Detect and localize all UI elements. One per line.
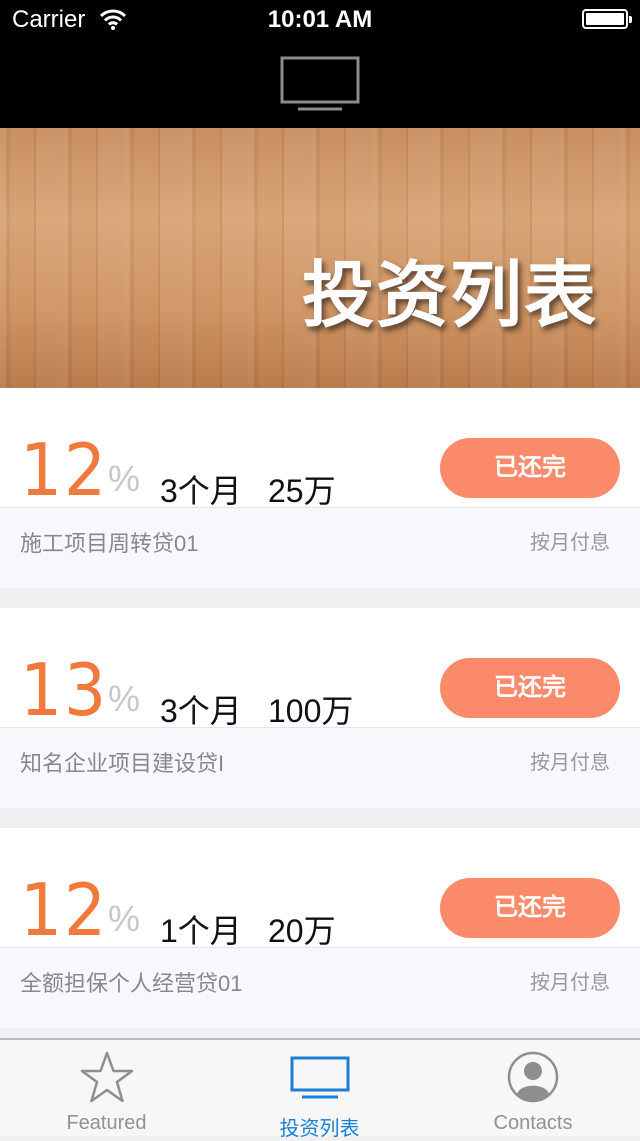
loan-term: 3个月	[160, 473, 242, 509]
item-summary: 12 % 1个月 20万 已还完	[0, 828, 640, 952]
loan-amount: 20万	[268, 913, 336, 949]
repayment-method: 按月付息	[530, 752, 610, 774]
item-details: 知名企业项目建设贷I 按月付息	[0, 727, 640, 808]
investment-item[interactable]: 12 % 1个月 20万 已还完 全额担保个人经营贷01 按月付息	[0, 828, 640, 1028]
tab-investment-list[interactable]: 投资列表	[213, 1040, 426, 1140]
interest-rate: 12	[20, 868, 108, 952]
tv-icon	[280, 56, 360, 111]
repayment-method: 按月付息	[530, 972, 610, 994]
interest-rate: 12	[20, 428, 108, 512]
tab-bar: Featured 投资列表 Contacts	[0, 1038, 640, 1140]
percent-sign: %	[108, 678, 141, 719]
item-summary: 13 % 3个月 100万 已还完	[0, 608, 640, 732]
investment-list: 12 % 3个月 25万 已还完 施工项目周转贷01 按月付息 13 % 3个月…	[0, 388, 640, 1048]
project-name: 知名企业项目建设贷I	[20, 751, 225, 776]
tab-label: Featured	[66, 1112, 147, 1134]
person-icon	[507, 1051, 559, 1103]
investment-item[interactable]: 13 % 3个月 100万 已还完 知名企业项目建设贷I 按月付息	[0, 608, 640, 808]
project-name: 全额担保个人经营贷01	[20, 971, 243, 996]
loan-term: 1个月	[160, 913, 242, 949]
status-button[interactable]: 已还完	[440, 878, 620, 938]
percent-sign: %	[108, 458, 141, 499]
repayment-method: 按月付息	[530, 532, 610, 554]
tv-icon	[290, 1056, 349, 1099]
tab-label: 投资列表	[279, 1118, 360, 1140]
item-details: 施工项目周转贷01 按月付息	[0, 507, 640, 588]
status-button[interactable]: 已还完	[440, 658, 620, 718]
navigation-bar	[0, 40, 640, 128]
page-title: 投资列表	[301, 256, 598, 336]
tab-label: Contacts	[493, 1112, 573, 1134]
battery-icon	[582, 9, 632, 29]
tab-featured[interactable]: Featured	[0, 1040, 213, 1138]
project-name: 施工项目周转贷01	[20, 531, 199, 556]
clock: 10:01 AM	[267, 6, 373, 33]
item-summary: 12 % 3个月 25万 已还完	[0, 388, 640, 512]
tab-contacts[interactable]: Contacts	[426, 1040, 640, 1138]
loan-term: 3个月	[160, 693, 242, 729]
percent-sign: %	[108, 898, 141, 939]
header-banner: 投资列表	[0, 128, 640, 388]
status-bar: Carrier 10:01 AM	[0, 0, 640, 40]
interest-rate: 13	[20, 648, 108, 732]
item-details: 全额担保个人经营贷01 按月付息	[0, 947, 640, 1028]
status-button[interactable]: 已还完	[440, 438, 620, 498]
investment-item[interactable]: 12 % 3个月 25万 已还完 施工项目周转贷01 按月付息	[0, 388, 640, 588]
loan-amount: 100万	[268, 693, 354, 729]
star-icon	[80, 1051, 133, 1103]
loan-amount: 25万	[268, 473, 336, 509]
